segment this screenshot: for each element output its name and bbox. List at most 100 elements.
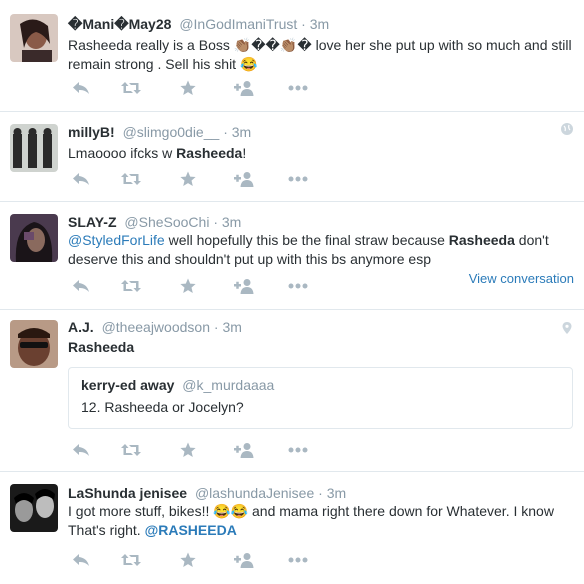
follow-button[interactable]: [231, 440, 257, 460]
favorite-button[interactable]: [175, 276, 201, 296]
more-button[interactable]: [285, 440, 311, 460]
separator: ·: [301, 16, 306, 32]
favorite-button[interactable]: [175, 550, 201, 570]
more-button[interactable]: [285, 276, 311, 296]
tweet-text-part: Lmaoooo ifcks w: [68, 145, 177, 161]
timestamp[interactable]: 3m: [327, 485, 346, 501]
display-name[interactable]: �Mani�May28: [68, 16, 171, 32]
mention-link[interactable]: @RASHEEDA: [145, 522, 237, 538]
username[interactable]: @SheSooChi: [124, 214, 209, 230]
tweet-text: @StyledForLife well hopefully this be th…: [68, 231, 573, 269]
tweet-text-part: well hopefully this be the final straw b…: [164, 232, 449, 248]
retweet-icon: [121, 444, 141, 456]
avatar[interactable]: [10, 484, 58, 532]
reply-button[interactable]: [68, 276, 94, 296]
separator: ·: [213, 214, 218, 230]
favorite-icon: [180, 442, 196, 457]
more-button[interactable]: [285, 78, 311, 98]
separator: ·: [318, 485, 323, 501]
avatar[interactable]: [10, 124, 58, 172]
favorite-button[interactable]: [175, 440, 201, 460]
avatar[interactable]: [10, 14, 58, 62]
reply-button[interactable]: [68, 78, 94, 98]
timestamp[interactable]: 3m: [310, 16, 329, 32]
more-button[interactable]: [285, 169, 311, 189]
username[interactable]: @lashundaJenisee: [195, 485, 314, 501]
more-icon: [288, 176, 308, 182]
retweet-icon: [121, 173, 141, 185]
reply-icon: [73, 173, 89, 185]
tweet-text: Lmaoooo ifcks w Rasheeda!: [68, 144, 573, 163]
retweet-button[interactable]: [118, 78, 144, 98]
follow-button[interactable]: [231, 550, 257, 570]
timestamp[interactable]: 3m: [222, 319, 241, 335]
favorite-button[interactable]: [175, 78, 201, 98]
tweet-text: I got more stuff, bikes!! 😂😂 and mama ri…: [68, 502, 573, 540]
quoted-tweet-text: 12. Rasheeda or Jocelyn?: [81, 399, 244, 415]
reply-icon: [73, 444, 89, 456]
tweet-feed: �Mani�May28 @InGodImaniTrust · 3m Rashee…: [0, 0, 584, 584]
globe-icon[interactable]: [560, 122, 574, 136]
favorite-icon: [180, 278, 196, 293]
tweet[interactable]: A.J. @theeajwoodson · 3m Rasheeda kerry-…: [0, 310, 584, 472]
follow-button[interactable]: [231, 169, 257, 189]
emoji: 👏🏽��👏🏽�: [233, 37, 312, 53]
reply-icon: [73, 82, 89, 94]
more-icon: [288, 447, 308, 453]
avatar[interactable]: [10, 320, 58, 368]
reply-button[interactable]: [68, 440, 94, 460]
retweet-button[interactable]: [118, 276, 144, 296]
tweet-header: SLAY-Z @SheSooChi · 3m: [68, 212, 241, 232]
avatar[interactable]: [10, 214, 58, 262]
quoted-tweet[interactable]: kerry-ed away @k_murdaaaa 12. Rasheeda o…: [68, 367, 573, 429]
more-button[interactable]: [285, 550, 311, 570]
emoji: 😂😂: [213, 503, 249, 519]
quoted-tweet-header: kerry-ed away @k_murdaaaa: [81, 377, 274, 393]
display-name[interactable]: LaShunda jenisee: [68, 485, 187, 501]
more-icon: [288, 283, 308, 289]
favorite-icon: [180, 171, 196, 186]
reply-button[interactable]: [68, 550, 94, 570]
retweet-button[interactable]: [118, 550, 144, 570]
retweet-button[interactable]: [118, 169, 144, 189]
reply-icon: [73, 280, 89, 292]
quoted-username: @k_murdaaaa: [182, 377, 275, 393]
tweet[interactable]: SLAY-Z @SheSooChi · 3m @StyledForLife we…: [0, 202, 584, 310]
tweet-text-part: I got more stuff, bikes!!: [68, 503, 214, 519]
timestamp[interactable]: 3m: [222, 214, 241, 230]
highlighted-keyword: Rasheeda: [68, 339, 135, 355]
tweet-text: Rasheeda: [68, 338, 573, 357]
favorite-button[interactable]: [175, 169, 201, 189]
tweet-header: millyB! @slimgo0die__ · 3m: [68, 122, 251, 142]
tweet-header: �Mani�May28 @InGodImaniTrust · 3m: [68, 14, 329, 34]
tweet[interactable]: �Mani�May28 @InGodImaniTrust · 3m Rashee…: [0, 0, 584, 112]
display-name[interactable]: millyB!: [68, 124, 115, 140]
username[interactable]: @slimgo0die__: [123, 124, 220, 140]
location-pin-icon[interactable]: [560, 321, 574, 335]
username[interactable]: @theeajwoodson: [102, 319, 210, 335]
tweet-text-part: !: [242, 145, 247, 161]
mention-link[interactable]: @StyledForLife: [68, 232, 165, 248]
tweet-text: Rasheeda really is a Boss 👏🏽��👏🏽� love h…: [68, 36, 573, 74]
retweet-icon: [121, 82, 141, 94]
reply-button[interactable]: [68, 169, 94, 189]
display-name[interactable]: SLAY-Z: [68, 214, 117, 230]
tweet-text-part: Rasheeda really is a Boss: [68, 37, 234, 53]
more-icon: [288, 557, 308, 563]
reply-icon: [73, 554, 89, 566]
tweet[interactable]: LaShunda jenisee @lashundaJenisee · 3m I…: [0, 472, 584, 584]
display-name[interactable]: A.J.: [68, 319, 94, 335]
view-conversation-link[interactable]: View conversation: [469, 271, 574, 286]
follow-icon: [234, 279, 254, 294]
retweet-button[interactable]: [118, 440, 144, 460]
follow-icon: [234, 553, 254, 568]
follow-button[interactable]: [231, 78, 257, 98]
favorite-icon: [180, 552, 196, 567]
follow-button[interactable]: [231, 276, 257, 296]
tweet[interactable]: millyB! @slimgo0die__ · 3m Lmaoooo ifcks…: [0, 112, 584, 202]
separator: ·: [213, 319, 219, 335]
username[interactable]: @InGodImaniTrust: [179, 16, 297, 32]
favorite-icon: [180, 80, 196, 95]
follow-icon: [234, 172, 254, 187]
timestamp[interactable]: 3m: [232, 124, 251, 140]
